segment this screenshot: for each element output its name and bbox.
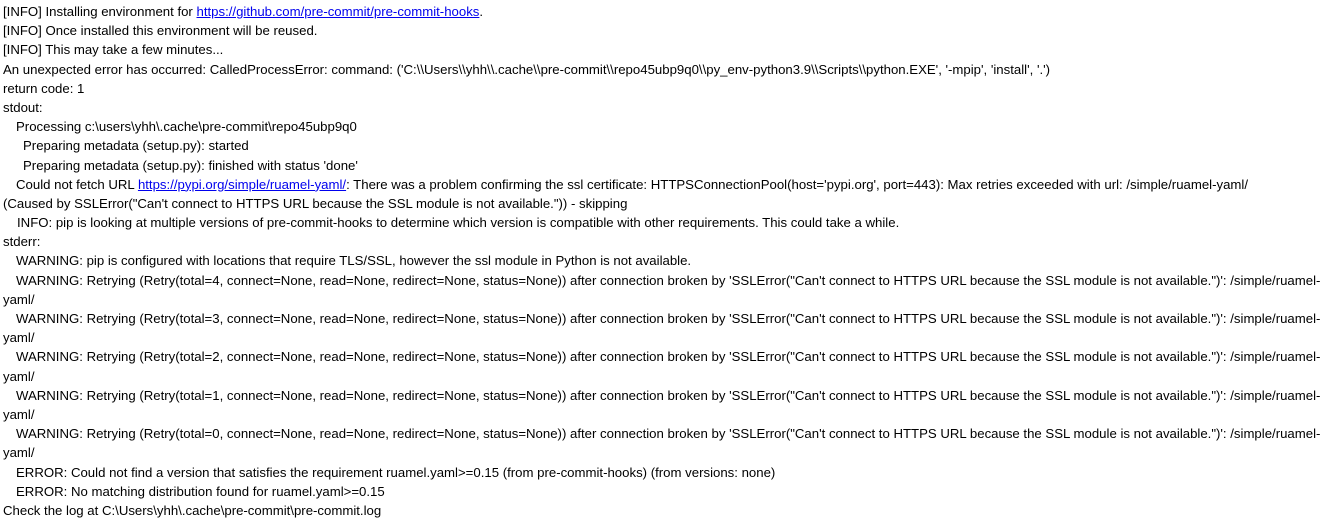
log-line: Processing c:\users\yhh\.cache\pre-commi… xyxy=(16,119,357,135)
log-line-check-log: Check the log at C:\Users\yhh\.cache\pre… xyxy=(3,502,382,518)
pre-commit-hooks-link[interactable]: https://github.com/pre-commit/pre-commit… xyxy=(197,4,480,19)
log-line-stdout-header: stdout: xyxy=(3,99,43,115)
log-line-wrap: yaml/ xyxy=(3,330,35,346)
log-line-warning: WARNING: Retrying (Retry(total=0, connec… xyxy=(16,426,1321,442)
log-line: [INFO] This may take a few minutes... xyxy=(3,42,224,58)
log-line: [INFO] Once installed this environment w… xyxy=(3,23,318,39)
log-line-stderr-header: stderr: xyxy=(3,234,41,250)
log-line: INFO: pip is looking at multiple version… xyxy=(17,215,900,231)
log-line-wrap: yaml/ xyxy=(3,291,35,307)
log-line-warning: WARNING: pip is configured with location… xyxy=(16,253,692,269)
log-line-wrap: yaml/ xyxy=(3,368,35,384)
log-line-error: ERROR: Could not find a version that sat… xyxy=(16,464,776,480)
log-line-warning: WARNING: Retrying (Retry(total=4, connec… xyxy=(16,272,1321,288)
log-line-fetch-error: Could not fetch URL https://pypi.org/sim… xyxy=(3,175,1339,194)
log-line: (Caused by SSLError("Can't connect to HT… xyxy=(3,195,628,211)
log-line-warning: WARNING: Retrying (Retry(total=3, connec… xyxy=(16,311,1321,326)
log-line-wrap: yaml/ xyxy=(3,406,35,422)
log-text: [INFO] Installing environment for xyxy=(3,4,197,19)
log-line-error: ERROR: No matching distribution found fo… xyxy=(16,483,385,499)
log-line-warning: WARNING: Retrying (Retry(total=1, connec… xyxy=(16,387,1321,403)
log-text: : There was a problem confirming the ssl… xyxy=(346,176,1249,192)
log-text: Could not fetch URL xyxy=(16,176,138,192)
log-line: Preparing metadata (setup.py): finished … xyxy=(23,157,358,173)
pypi-ruamel-yaml-link[interactable]: https://pypi.org/simple/ruamel-yaml/ xyxy=(138,177,346,192)
error-log: [INFO] Installing environment for https:… xyxy=(3,2,1339,520)
log-line-wrap: yaml/ xyxy=(3,445,35,461)
log-line-installing: [INFO] Installing environment for https:… xyxy=(3,2,1339,21)
log-line-error-command: An unexpected error has occurred: Called… xyxy=(3,61,1051,77)
log-line-return-code: return code: 1 xyxy=(3,80,85,96)
log-text: . xyxy=(479,4,484,19)
log-line: Preparing metadata (setup.py): started xyxy=(23,138,249,154)
log-line-warning: WARNING: Retrying (Retry(total=2, connec… xyxy=(16,349,1321,365)
